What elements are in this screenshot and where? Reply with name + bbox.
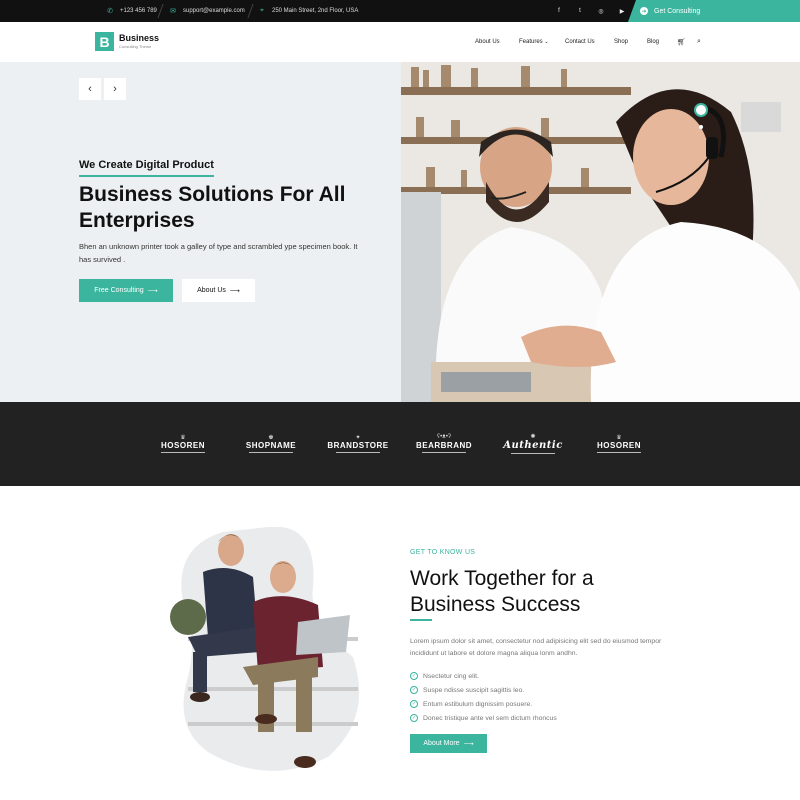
divider <box>511 453 555 455</box>
phone-text: +123 456 789 <box>120 8 157 14</box>
divider <box>247 4 254 18</box>
phone-contact[interactable]: ✆ +123 456 789 <box>106 0 157 22</box>
checklist-item-label: Donec tristique ante vel sem dictum rhon… <box>423 714 557 722</box>
checklist-item-label: Nsectetur cing elit. <box>423 672 479 680</box>
star-icon: ✦ <box>355 435 361 441</box>
about-us-button[interactable]: About Us ⟶ <box>182 279 255 302</box>
brand-name: HOSOREN <box>161 441 205 450</box>
top-bar: ✆ +123 456 789 ✉ support@example.com ⌖ 2… <box>0 0 800 22</box>
check-circle-icon: ✓ <box>410 700 418 708</box>
nav-item-shop[interactable]: Shop <box>614 39 628 45</box>
nav-menu: About Us Features ⌄ Contact Us Shop Blog… <box>0 22 800 62</box>
checklist-item: ✓ Entum estibulum dignissim posuere. <box>410 697 557 711</box>
address-contact: ⌖ 250 Main Street, 2nd Floor, USA <box>258 0 358 22</box>
brand-logo: ♚ SHOPNAME <box>246 402 296 486</box>
slider-arrows: ‹ › <box>79 78 126 100</box>
title-underline <box>410 619 432 621</box>
social-links: f t ◎ ▶ <box>555 0 626 22</box>
hero-section: ‹ › We Create Digital Product Business S… <box>0 62 800 402</box>
youtube-icon[interactable]: ▶ <box>618 8 626 15</box>
about-us-label: About Us <box>197 287 226 294</box>
brand-logo: ♛ HOSOREN <box>158 402 208 486</box>
brand-name: Authentic <box>503 440 563 451</box>
hero-title: Business Solutions For All Enterprises <box>79 183 346 232</box>
twitter-icon[interactable]: t <box>576 8 584 14</box>
free-consulting-label: Free Consulting <box>94 287 144 294</box>
divider <box>422 452 466 454</box>
check-circle-icon: ✓ <box>410 714 418 722</box>
map-pin-icon: ⌖ <box>260 7 264 14</box>
divider <box>249 452 293 454</box>
main-navigation: B Business Consulting Theme About Us Fea… <box>0 22 800 62</box>
about-text: Lorem ipsum dolor sit amet, consectetur … <box>410 638 662 657</box>
chevron-down-icon: ⌄ <box>544 39 549 45</box>
gear-icon: ✺ <box>530 434 536 440</box>
hero-eyebrow: We Create Digital Product <box>79 159 214 177</box>
chevron-left-icon[interactable]: ‹ <box>79 78 101 100</box>
hero-text: Bhen an unknown printer took a galley of… <box>79 242 358 264</box>
arrow-right-icon: ⟶ <box>147 287 158 295</box>
divider <box>597 452 641 454</box>
call-center-illustration <box>401 62 800 402</box>
brand-logo: ♛ HOSOREN <box>594 402 644 486</box>
checklist-item: ✓ Donec tristique ante vel sem dictum rh… <box>410 711 557 725</box>
nav-item-about[interactable]: About Us <box>475 39 500 45</box>
about-more-label: About More <box>423 740 460 747</box>
crown-icon: ♛ <box>180 435 186 441</box>
brand-logo: ʕ•ᴥ•ʔ BEARBRAND <box>415 402 473 486</box>
chevron-right-icon[interactable]: › <box>104 78 126 100</box>
brand-name: BRANDSTORE <box>327 441 389 450</box>
feature-checklist: ✓ Nsectetur cing elit. ✓ Suspe ndisse su… <box>410 669 557 725</box>
get-consulting-button[interactable]: ➜ Get Consulting <box>628 0 800 22</box>
nav-item-blog[interactable]: Blog <box>647 39 659 45</box>
brand-logo: ✺ Authentic <box>503 402 562 486</box>
check-circle-icon: ✓ <box>410 672 418 680</box>
team-meeting-illustration <box>170 526 360 771</box>
phone-icon: ✆ <box>107 8 113 15</box>
checklist-item: ✓ Nsectetur cing elit. <box>410 669 557 683</box>
about-title: Work Together for a Business Success <box>410 567 594 616</box>
check-circle-icon: ✓ <box>410 686 418 694</box>
free-consulting-button[interactable]: Free Consulting ⟶ <box>79 279 173 302</box>
crown-icon: ♚ <box>268 435 274 441</box>
about-eyebrow: GET TO KNOW US <box>410 549 476 556</box>
get-consulting-label: Get Consulting <box>654 7 701 15</box>
nav-item-contact[interactable]: Contact Us <box>565 39 595 45</box>
about-image-team <box>168 526 361 772</box>
brand-name: SHOPNAME <box>245 441 297 450</box>
brand-logos-strip: ♛ HOSOREN ♚ SHOPNAME ✦ BRANDSTORE ʕ•ᴥ•ʔ … <box>0 402 800 486</box>
cart-icon[interactable]: 🛒︎ <box>677 38 686 46</box>
brand-logo: ✦ BRANDSTORE <box>327 402 388 486</box>
brand-name: HOSOREN <box>597 441 641 450</box>
bear-icon: ʕ•ᴥ•ʔ <box>437 434 451 440</box>
email-contact[interactable]: ✉ support@example.com <box>169 0 245 22</box>
search-icon[interactable]: ⌕ <box>697 38 701 46</box>
divider <box>161 452 205 454</box>
checklist-item-label: Entum estibulum dignissim posuere. <box>423 700 533 708</box>
divider <box>157 4 164 18</box>
checklist-item-label: Suspe ndisse suscipit sagittis leo. <box>423 686 525 694</box>
arrow-right-icon: ⟶ <box>229 287 240 295</box>
hero-image-call-center <box>401 62 800 402</box>
arrow-circle-icon: ➜ <box>640 7 648 15</box>
divider <box>336 452 380 454</box>
crown-icon: ♛ <box>616 435 622 441</box>
mail-icon: ✉ <box>170 8 176 15</box>
facebook-icon[interactable]: f <box>555 8 563 14</box>
nav-item-features-label: Features <box>519 39 543 45</box>
instagram-icon[interactable]: ◎ <box>597 8 605 15</box>
nav-item-features[interactable]: Features ⌄ <box>519 39 549 45</box>
address-text: 250 Main Street, 2nd Floor, USA <box>272 8 359 14</box>
about-more-button[interactable]: About More ⟶ <box>410 734 487 753</box>
email-text: support@example.com <box>183 8 245 14</box>
arrow-right-icon: ⟶ <box>463 740 474 748</box>
brand-name: BEARBRAND <box>415 441 473 450</box>
checklist-item: ✓ Suspe ndisse suscipit sagittis leo. <box>410 683 557 697</box>
